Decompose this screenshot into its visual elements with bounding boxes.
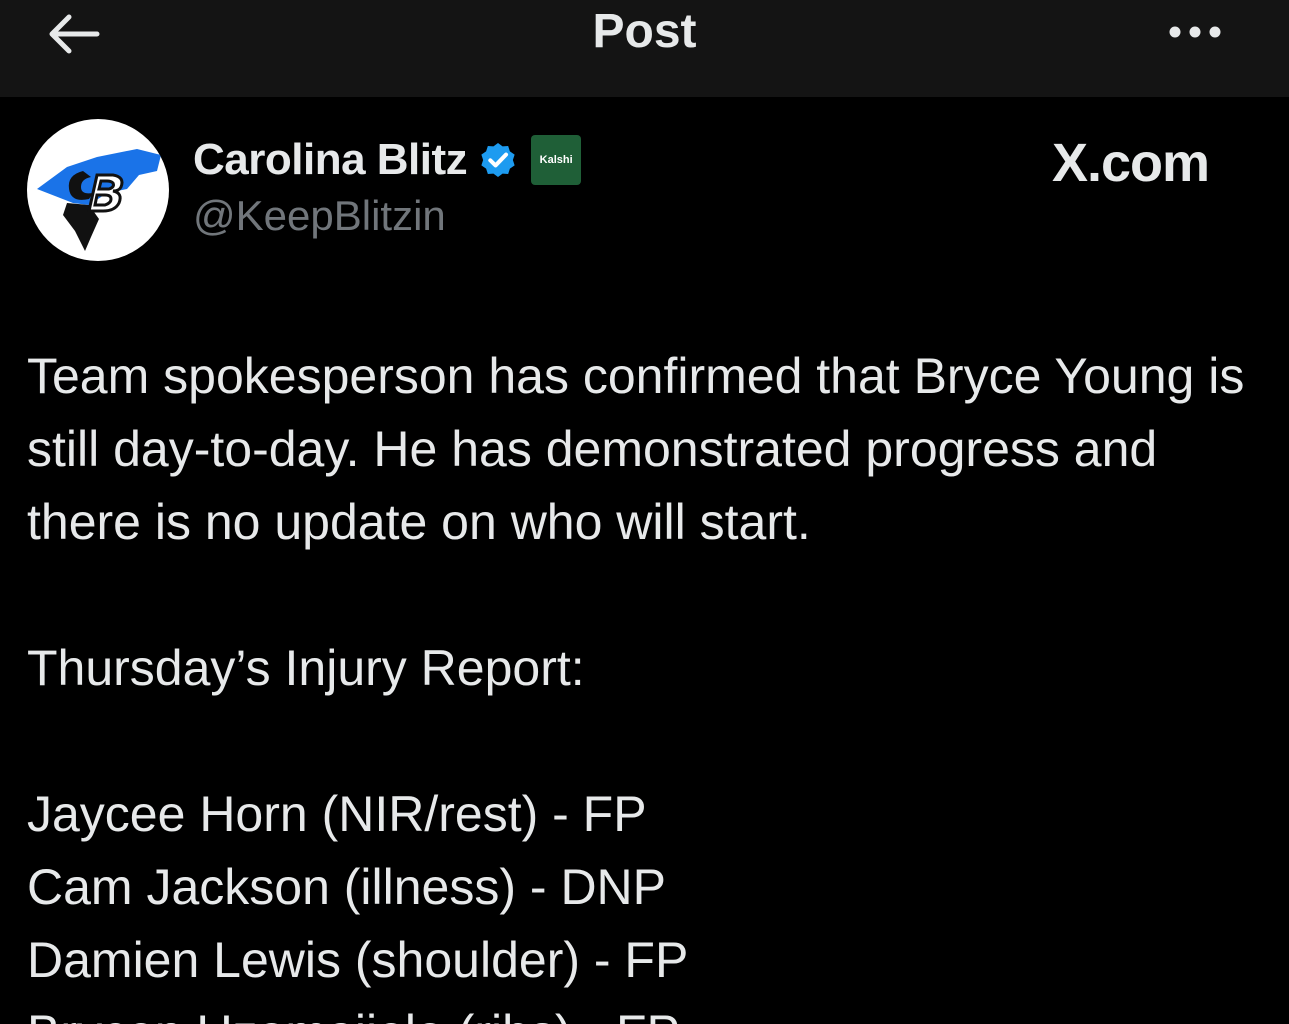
top-bar: Post xyxy=(0,0,1289,97)
author-handle[interactable]: @KeepBlitzin xyxy=(193,192,446,240)
verified-badge-icon[interactable] xyxy=(477,139,519,181)
carolina-blitz-logo xyxy=(37,149,161,251)
post-body: Team spokesperson has confirmed that Bry… xyxy=(27,340,1267,1024)
post-intro: Team spokesperson has confirmed that Bry… xyxy=(27,348,1245,550)
arrow-left-icon xyxy=(49,14,100,54)
avatar[interactable] xyxy=(27,119,169,261)
injury-line: Cam Jackson (illness) - DNP xyxy=(27,859,667,915)
author-display-name[interactable]: Carolina Blitz xyxy=(193,135,468,185)
injury-report-heading: Thursday’s Injury Report: xyxy=(27,640,585,696)
watermark-logo: X.com xyxy=(1052,133,1210,193)
post-page: Post Carolina Blitz Kalshi @KeepBlitzin xyxy=(0,0,1289,1024)
author-name-row: Carolina Blitz Kalshi xyxy=(193,132,582,188)
affiliate-badge[interactable]: Kalshi xyxy=(531,135,582,185)
back-button[interactable] xyxy=(40,6,106,62)
injury-line: Brycen Uzomajielo (ribs) - FP xyxy=(27,997,1267,1024)
more-horizontal-icon xyxy=(1169,26,1221,38)
injury-line: Damien Lewis (shoulder) - FP xyxy=(27,932,689,988)
injury-line: Jaycee Horn (NIR/rest) - FP xyxy=(27,786,647,842)
page-title: Post xyxy=(592,5,697,58)
more-options-button[interactable] xyxy=(1160,10,1230,54)
